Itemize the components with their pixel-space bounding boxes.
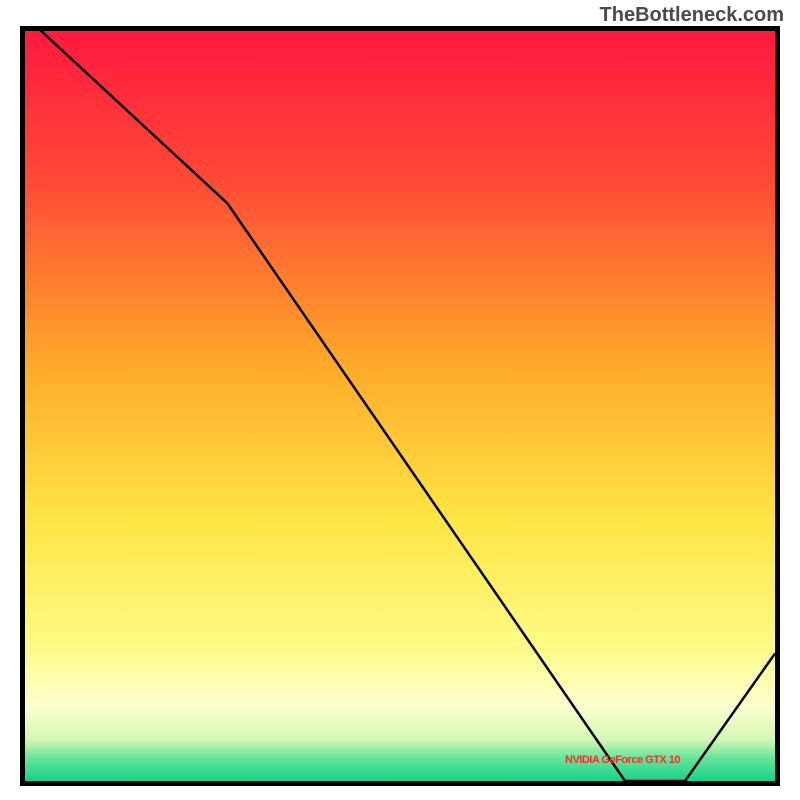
chart-annotation: NVIDIA GeForce GTX 10	[565, 754, 680, 766]
chart-container: TheBottleneck.com NVIDIA GeForce GTX 10	[0, 0, 800, 800]
heatmap-background	[25, 31, 775, 781]
chart-svg	[25, 31, 775, 781]
plot-area: NVIDIA GeForce GTX 10	[20, 26, 780, 786]
attribution-label: TheBottleneck.com	[600, 4, 784, 27]
